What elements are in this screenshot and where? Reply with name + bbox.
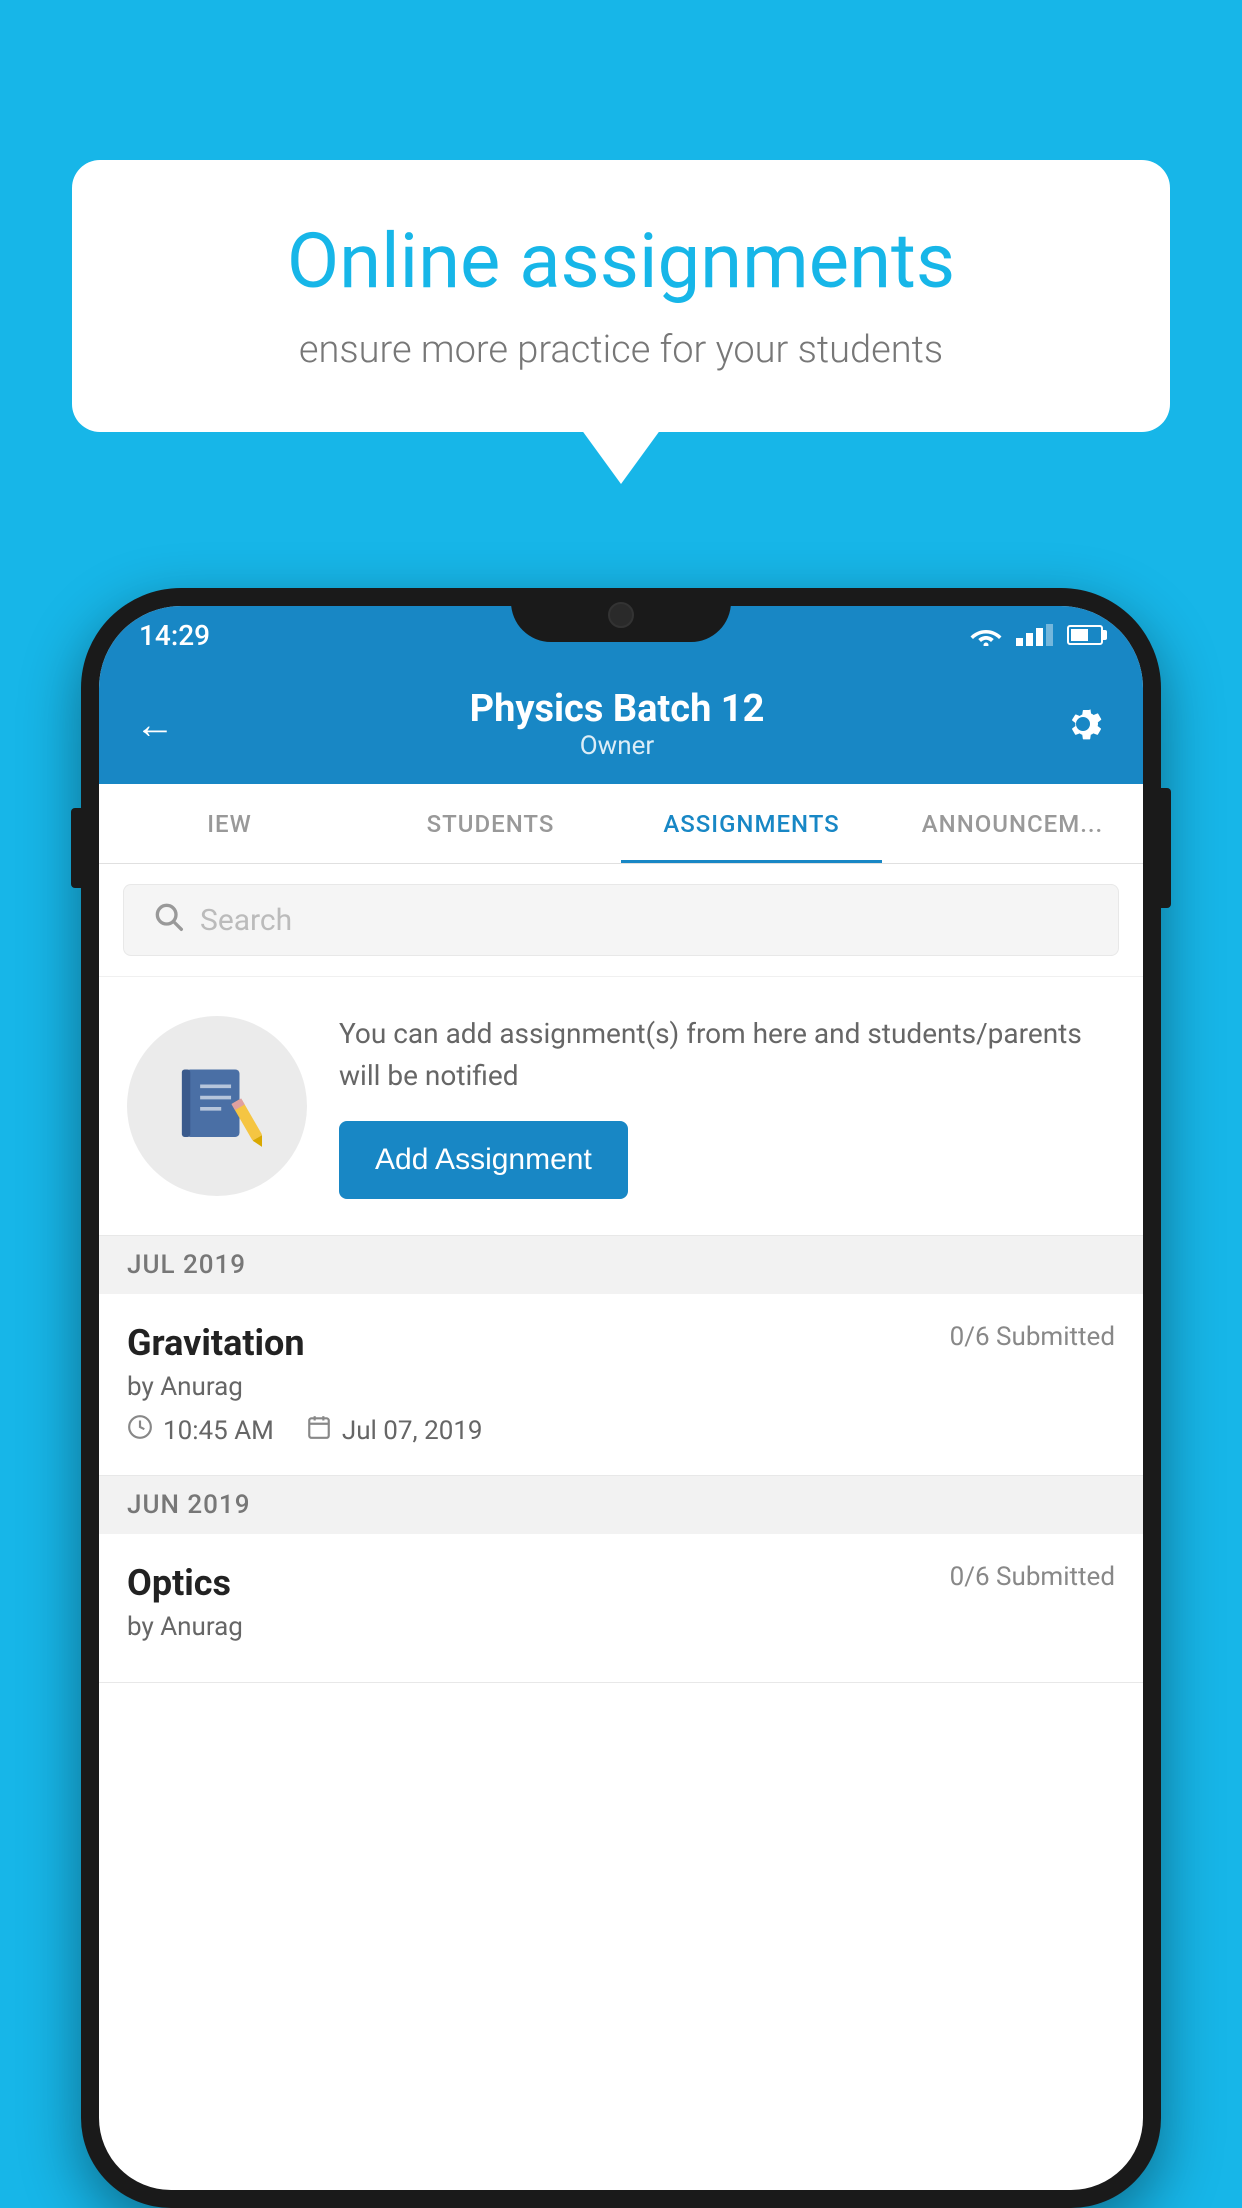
tab-students[interactable]: STUDENTS <box>360 784 621 863</box>
phone-inner: 14:29 <box>99 606 1143 2190</box>
notebook-icon <box>172 1061 262 1151</box>
promo-area: You can add assignment(s) from here and … <box>99 977 1143 1236</box>
app-header-center: Physics Batch 12 Owner <box>470 687 765 761</box>
phone-notch <box>511 588 731 642</box>
assignment-time-gravitation: 10:45 AM <box>163 1416 274 1446</box>
signal-icon <box>1016 624 1053 646</box>
speech-bubble-subtitle: ensure more practice for your students <box>132 328 1110 372</box>
clock-icon <box>127 1414 153 1447</box>
assignment-name-optics: Optics <box>127 1562 231 1604</box>
search-bar[interactable]: Search <box>123 884 1119 956</box>
back-button[interactable]: ← <box>135 701 175 748</box>
assignment-date-gravitation: Jul 07, 2019 <box>342 1416 483 1446</box>
calendar-icon <box>306 1414 332 1447</box>
battery-fill <box>1071 629 1088 641</box>
search-icon <box>152 900 184 941</box>
tab-announcements[interactable]: ANNOUNCEM... <box>882 784 1143 863</box>
status-icons <box>970 624 1103 646</box>
assignment-row1: Gravitation 0/6 Submitted <box>127 1322 1115 1364</box>
meta-time-gravitation: 10:45 AM <box>127 1414 274 1447</box>
speech-bubble-container: Online assignments ensure more practice … <box>72 160 1170 432</box>
phone-frame: 14:29 <box>81 588 1161 2208</box>
assignment-submitted-optics: 0/6 Submitted <box>950 1562 1115 1592</box>
speech-bubble: Online assignments ensure more practice … <box>72 160 1170 432</box>
promo-icon-circle <box>127 1016 307 1196</box>
phone-side-button-right <box>1161 788 1171 908</box>
tab-assignments[interactable]: ASSIGNMENTS <box>621 784 882 863</box>
assignment-item-optics[interactable]: Optics 0/6 Submitted by Anurag <box>99 1534 1143 1683</box>
tab-iew[interactable]: IEW <box>99 784 360 863</box>
section-header-jul: JUL 2019 <box>99 1236 1143 1294</box>
search-bar-container: Search <box>99 864 1143 977</box>
app-subtitle: Owner <box>470 731 765 761</box>
phone-camera <box>608 602 634 628</box>
assignment-submitted-gravitation: 0/6 Submitted <box>950 1322 1115 1352</box>
app-title: Physics Batch 12 <box>470 687 765 731</box>
promo-text: You can add assignment(s) from here and … <box>339 1013 1115 1097</box>
promo-content: You can add assignment(s) from here and … <box>339 1013 1115 1199</box>
assignment-by-optics: by Anurag <box>127 1612 1115 1642</box>
meta-date-gravitation: Jul 07, 2019 <box>306 1414 483 1447</box>
add-assignment-button[interactable]: Add Assignment <box>339 1121 628 1199</box>
phone-side-button-left <box>71 808 81 888</box>
status-time: 14:29 <box>139 619 210 652</box>
app-header: ← Physics Batch 12 Owner <box>99 664 1143 784</box>
speech-bubble-title: Online assignments <box>132 220 1110 304</box>
wifi-icon <box>970 624 1002 646</box>
section-header-jun: JUN 2019 <box>99 1476 1143 1534</box>
gear-icon[interactable] <box>1059 700 1107 748</box>
tabs-container: IEW STUDENTS ASSIGNMENTS ANNOUNCEM... <box>99 784 1143 864</box>
assignment-row1-optics: Optics 0/6 Submitted <box>127 1562 1115 1604</box>
assignment-by-gravitation: by Anurag <box>127 1372 1115 1402</box>
assignment-name-gravitation: Gravitation <box>127 1322 305 1364</box>
assignment-meta-gravitation: 10:45 AM Jul 07, 2019 <box>127 1414 1115 1447</box>
assignment-item-gravitation[interactable]: Gravitation 0/6 Submitted by Anurag 10:4… <box>99 1294 1143 1476</box>
search-placeholder: Search <box>200 903 292 938</box>
phone-outer: 14:29 <box>81 588 1161 2208</box>
battery-icon <box>1067 625 1103 645</box>
